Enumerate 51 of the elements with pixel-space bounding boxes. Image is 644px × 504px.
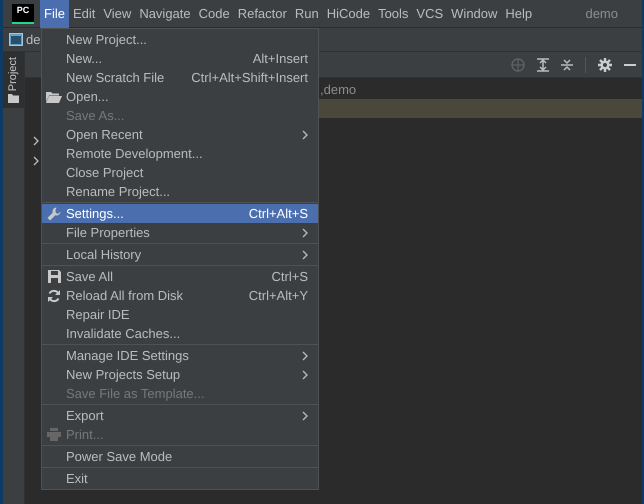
menu-item[interactable]: File bbox=[40, 0, 69, 28]
menu-entry[interactable]: File Properties bbox=[42, 223, 318, 242]
menu-item[interactable]: Code bbox=[194, 0, 234, 28]
menu-item[interactable]: Navigate bbox=[135, 0, 195, 28]
menu-entry[interactable]: Open... bbox=[42, 87, 318, 106]
chevron-right-icon bbox=[302, 250, 308, 260]
menu-entry[interactable]: Open Recent bbox=[42, 125, 318, 144]
collapse-all-icon[interactable] bbox=[561, 58, 573, 72]
menu-entry[interactable]: Repair IDE bbox=[42, 305, 318, 324]
menu-entry[interactable]: Exit bbox=[42, 469, 318, 488]
project-tab[interactable]: Project bbox=[3, 52, 24, 108]
tree-row[interactable]: ,demo bbox=[316, 80, 642, 99]
menu-entry[interactable]: Power Save Mode bbox=[42, 447, 318, 466]
menu-item[interactable]: HiCode bbox=[322, 0, 374, 28]
folder-icon bbox=[46, 90, 62, 102]
project-name: demo bbox=[585, 4, 618, 23]
menu-entry[interactable]: Close Project bbox=[42, 163, 318, 182]
menu-entry[interactable]: Rename Project... bbox=[42, 182, 318, 201]
menu-entry[interactable]: Remote Development... bbox=[42, 144, 318, 163]
settings-icon[interactable] bbox=[598, 58, 612, 72]
menu-item[interactable]: View bbox=[99, 0, 136, 28]
menu-item[interactable]: VCS bbox=[412, 0, 448, 28]
menu-entry[interactable]: Reload All from Disk Ctrl+Alt+Y bbox=[42, 286, 318, 305]
menu-entry[interactable]: New... Alt+Insert bbox=[42, 49, 318, 68]
expand-all-icon[interactable] bbox=[537, 58, 549, 72]
menu-entry[interactable]: Settings... Ctrl+Alt+S bbox=[42, 204, 318, 223]
menu-item[interactable]: Tools bbox=[374, 0, 412, 28]
reload-icon bbox=[47, 288, 61, 302]
chevron-right-icon bbox=[302, 410, 308, 420]
menu-entry[interactable]: New Projects Setup bbox=[42, 365, 318, 384]
menu-entry[interactable]: Save All Ctrl+S bbox=[42, 267, 318, 286]
menu-entry[interactable]: Manage IDE Settings bbox=[42, 346, 318, 365]
menu-item[interactable]: Run bbox=[290, 0, 323, 28]
breadcrumb: de bbox=[26, 30, 40, 49]
menu-entry[interactable]: New Scratch File Ctrl+Alt+Shift+Insert bbox=[42, 68, 318, 87]
folder-icon bbox=[8, 94, 19, 104]
wrench-icon bbox=[47, 206, 61, 220]
chevron-right-icon bbox=[302, 130, 308, 140]
menu-entry[interactable]: New Project... bbox=[42, 30, 318, 49]
printer-icon bbox=[47, 428, 61, 441]
module-icon bbox=[9, 33, 23, 46]
app-logo: PC bbox=[12, 4, 34, 24]
menu-item[interactable]: Help bbox=[501, 0, 536, 28]
minimize-icon[interactable] bbox=[624, 64, 636, 66]
menu-item[interactable]: Refactor bbox=[234, 0, 291, 28]
menu-entry[interactable]: Invalidate Caches... bbox=[42, 324, 318, 343]
menu-item[interactable]: Edit bbox=[68, 0, 100, 28]
menu-item[interactable]: Window bbox=[447, 0, 502, 28]
chevron-right-icon bbox=[302, 228, 308, 238]
menu-entry[interactable]: Local History bbox=[42, 245, 318, 264]
menu-entry[interactable]: Export bbox=[42, 406, 318, 425]
